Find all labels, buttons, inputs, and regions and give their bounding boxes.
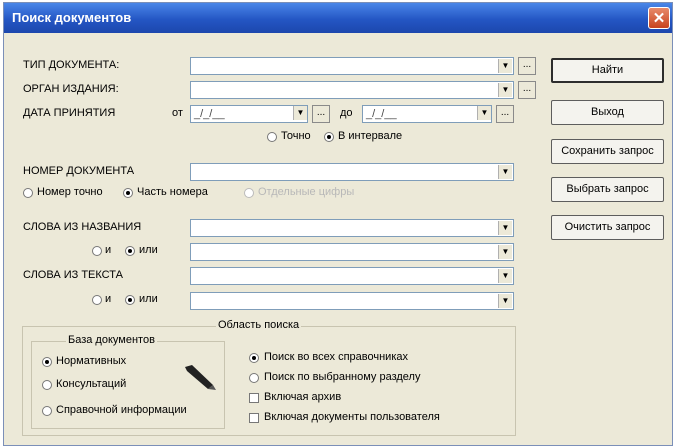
base-consultations-radio[interactable]	[42, 380, 52, 390]
pen-icon	[185, 365, 216, 390]
close-icon: ✕	[652, 10, 666, 27]
text-and-label: и	[105, 293, 112, 305]
chevron-down-icon[interactable]: ▼	[498, 245, 512, 259]
title-or-radio[interactable]	[125, 246, 135, 256]
number-part-radio[interactable]	[123, 188, 133, 198]
text-or-radio[interactable]	[125, 295, 135, 305]
issuer-select[interactable]: ▼	[190, 81, 514, 99]
title-words-input-1[interactable]: ▼	[190, 219, 514, 237]
doc-type-label: ТИП ДОКУМЕНТА:	[23, 59, 120, 71]
date-label: ДАТА ПРИНЯТИЯ	[23, 107, 116, 119]
doc-type-select[interactable]: ▼	[190, 57, 514, 75]
issuer-browse-button[interactable]: ...	[518, 81, 536, 99]
date-to-label: до	[340, 107, 353, 119]
exit-button[interactable]: Выход	[551, 100, 664, 125]
doc-type-browse-button[interactable]: ...	[518, 57, 536, 75]
save-query-button[interactable]: Сохранить запрос	[551, 139, 664, 164]
clear-query-button[interactable]: Очистить запрос	[551, 215, 664, 240]
chevron-down-icon[interactable]: ▼	[498, 83, 512, 97]
base-normative-label: Нормативных	[56, 355, 127, 367]
date-from-label: от	[172, 107, 183, 119]
chevron-down-icon[interactable]: ▼	[498, 59, 512, 73]
base-normative-radio[interactable]	[42, 357, 52, 367]
chevron-down-icon[interactable]: ▼	[498, 294, 512, 308]
scope-section-radio[interactable]	[249, 373, 259, 383]
base-reference-radio[interactable]	[42, 406, 52, 416]
number-exact-label: Номер точно	[37, 186, 103, 198]
date-to-dropdown[interactable]: ▼	[474, 105, 492, 123]
date-from-dropdown[interactable]: ▼	[290, 105, 308, 123]
doc-number-input[interactable]: ▼	[190, 163, 514, 181]
date-interval-label: В интервале	[338, 130, 403, 142]
title-bar[interactable]: Поиск документов ✕	[4, 3, 672, 33]
title-and-radio[interactable]	[92, 246, 102, 256]
chevron-down-icon[interactable]: ▼	[293, 106, 307, 120]
include-archive-checkbox[interactable]	[249, 393, 259, 403]
title-or-label: или	[139, 244, 158, 256]
text-words-input-1[interactable]: ▼	[190, 267, 514, 285]
chevron-down-icon[interactable]: ▼	[498, 269, 512, 283]
date-to-value: _/_/__	[366, 108, 397, 120]
number-digits-radio[interactable]	[244, 188, 254, 198]
text-and-radio[interactable]	[92, 295, 102, 305]
include-user-docs-label: Включая документы пользователя	[264, 411, 440, 423]
window-title: Поиск документов	[12, 10, 132, 25]
doc-number-label: НОМЕР ДОКУМЕНТА	[23, 165, 135, 177]
title-words-label: СЛОВА ИЗ НАЗВАНИЯ	[23, 221, 142, 233]
text-or-label: или	[139, 293, 158, 305]
title-and-label: и	[105, 244, 112, 256]
select-query-button[interactable]: Выбрать запрос	[551, 177, 664, 202]
include-archive-label: Включая архив	[264, 391, 342, 403]
scope-section-label: Поиск по выбранному разделу	[264, 371, 421, 383]
search-area-title: Область поиска	[216, 319, 302, 331]
chevron-down-icon[interactable]: ▼	[477, 106, 491, 120]
scope-all-radio[interactable]	[249, 353, 259, 363]
date-to-browse-button[interactable]: ...	[496, 105, 514, 123]
chevron-down-icon[interactable]: ▼	[498, 165, 512, 179]
date-exact-radio[interactable]	[267, 132, 277, 142]
number-exact-radio[interactable]	[23, 188, 33, 198]
close-button[interactable]: ✕	[648, 7, 670, 29]
issuer-label: ОРГАН ИЗДАНИЯ:	[23, 83, 119, 95]
base-consultations-label: Консультаций	[56, 378, 127, 390]
date-from-browse-button[interactable]: ...	[312, 105, 330, 123]
scope-all-label: Поиск во всех справочниках	[264, 351, 408, 363]
chevron-down-icon[interactable]: ▼	[498, 221, 512, 235]
document-base-title: База документов	[66, 334, 157, 346]
search-dialog: Поиск документов ✕ ТИП ДОКУМЕНТА: ▼ ... …	[3, 2, 673, 446]
number-part-label: Часть номера	[137, 186, 208, 198]
date-from-value: _/_/__	[194, 108, 225, 120]
date-exact-label: Точно	[281, 130, 311, 142]
text-words-label: СЛОВА ИЗ ТЕКСТА	[23, 269, 123, 281]
base-reference-label: Справочной информации	[56, 404, 187, 416]
number-digits-label: Отдельные цифры	[258, 186, 355, 198]
date-to-input[interactable]: _/_/__	[362, 105, 492, 123]
find-button[interactable]: Найти	[551, 58, 664, 83]
date-interval-radio[interactable]	[324, 132, 334, 142]
include-user-docs-checkbox[interactable]	[249, 413, 259, 423]
title-words-input-2[interactable]: ▼	[190, 243, 514, 261]
text-words-input-2[interactable]: ▼	[190, 292, 514, 310]
